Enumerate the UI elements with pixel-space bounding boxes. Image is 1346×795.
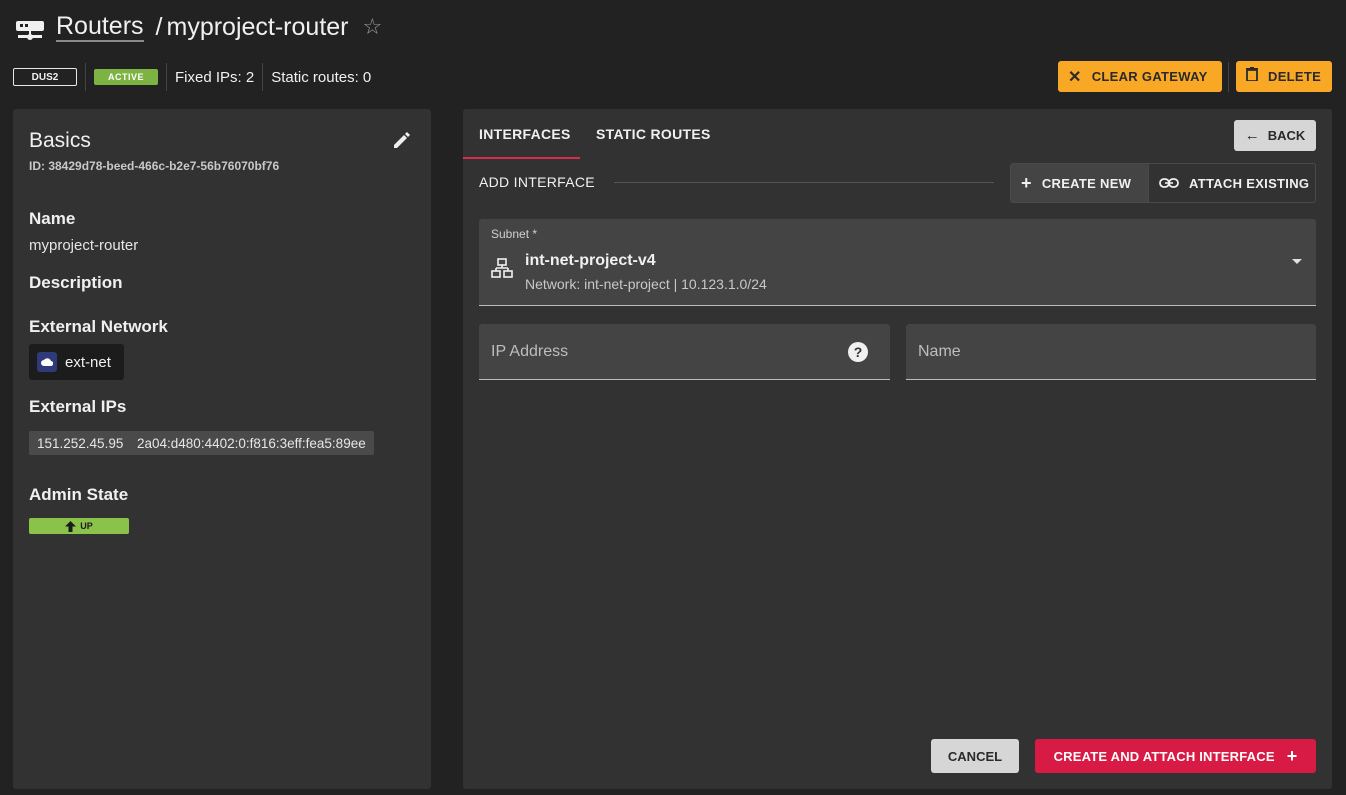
page-title: myproject-router [166, 12, 349, 41]
delete-button[interactable]: DELETE [1236, 61, 1332, 92]
router-icon [14, 13, 46, 41]
name-value: myproject-router [29, 237, 139, 254]
name-field [906, 324, 1316, 380]
external-network-chip[interactable]: ext-net [29, 344, 124, 380]
admin-state-value: UP [80, 521, 93, 531]
divider [262, 63, 264, 91]
chevron-down-icon[interactable] [1292, 259, 1302, 264]
back-button[interactable]: ← BACK [1234, 120, 1316, 151]
router-id: ID: 38429d78-beed-466c-b2e7-56b76070bf76 [29, 159, 280, 173]
close-icon: ✕ [1068, 68, 1082, 86]
region-badge: DUS2 [13, 68, 77, 86]
cloud-icon [37, 352, 57, 372]
add-interface-label: ADD INTERFACE [479, 174, 595, 190]
status-bar: DUS2 ACTIVE Fixed IPs: 2 Static routes: … [13, 62, 371, 92]
back-label: BACK [1267, 128, 1306, 143]
external-network-label: External Network [29, 317, 168, 336]
fixed-ips-count: Fixed IPs: 2 [175, 68, 255, 86]
network-icon [491, 257, 513, 279]
external-network-value: ext-net [65, 353, 111, 371]
divider [166, 63, 167, 91]
attach-existing-label: ATTACH EXISTING [1189, 175, 1310, 191]
basics-title: Basics [29, 129, 91, 152]
admin-state-label: Admin State [29, 485, 129, 504]
create-new-label: CREATE NEW [1041, 175, 1132, 191]
divider [85, 63, 86, 91]
admin-state-badge: UP [29, 518, 129, 534]
static-routes-count: Static routes: 0 [271, 68, 372, 86]
page-header: Routers / myproject-router ☆ [14, 10, 382, 44]
subnet-select[interactable]: Subnet * int-net-project-v4 Network: int… [479, 219, 1316, 306]
create-and-attach-label: CREATE AND ATTACH INTERFACE [1053, 748, 1275, 764]
external-ip-chip: 151.252.45.95 [29, 431, 132, 455]
name-input[interactable] [906, 324, 1316, 379]
external-ips-label: External IPs [29, 397, 127, 416]
plus-icon: + [1021, 172, 1032, 193]
arrow-up-icon [65, 520, 77, 532]
add-mode-toggle: + CREATE NEW ATTACH EXISTING [1010, 163, 1316, 203]
trash-icon [1246, 67, 1258, 86]
clear-gateway-button[interactable]: ✕ CLEAR GATEWAY [1058, 61, 1222, 92]
basics-panel: Basics ID: 38429d78-beed-466c-b2e7-56b76… [13, 109, 431, 789]
ip-address-field: ? [479, 324, 890, 380]
status-badge: ACTIVE [94, 69, 158, 85]
divider [1228, 62, 1229, 92]
active-tab-indicator [463, 157, 580, 159]
external-ip-chip: 2a04:d480:4402:0:f816:3eff:fea5:89ee [129, 431, 374, 455]
delete-label: DELETE [1268, 69, 1322, 84]
breadcrumb-routers-link[interactable]: Routers [56, 12, 144, 42]
subnet-detail: Network: int-net-project | 10.123.1.0/24 [525, 276, 767, 292]
clear-gateway-label: CLEAR GATEWAY [1091, 69, 1208, 84]
create-and-attach-button[interactable]: CREATE AND ATTACH INTERFACE + [1035, 739, 1316, 773]
tab-interfaces[interactable]: INTERFACES [479, 109, 571, 159]
subnet-label: Subnet * [491, 227, 538, 241]
breadcrumb-separator: / [155, 12, 163, 41]
arrow-left-icon: ← [1244, 127, 1260, 144]
favorite-star-icon[interactable]: ☆ [363, 14, 383, 40]
subnet-name: int-net-project-v4 [525, 252, 656, 269]
attach-existing-toggle[interactable]: ATTACH EXISTING [1149, 164, 1309, 202]
help-icon[interactable]: ? [848, 342, 868, 362]
description-label: Description [29, 273, 123, 292]
plus-icon: + [1286, 745, 1298, 766]
ip-address-input[interactable] [479, 324, 890, 379]
interfaces-panel: INTERFACES STATIC ROUTES ← BACK ADD INTE… [463, 109, 1332, 789]
cancel-button[interactable]: CANCEL [931, 739, 1019, 773]
edit-pencil-icon[interactable] [391, 129, 415, 153]
create-new-toggle[interactable]: + CREATE NEW [1011, 164, 1149, 202]
link-icon [1159, 173, 1179, 194]
divider [614, 182, 994, 183]
tab-static-routes[interactable]: STATIC ROUTES [596, 109, 711, 159]
name-label: Name [29, 209, 76, 228]
